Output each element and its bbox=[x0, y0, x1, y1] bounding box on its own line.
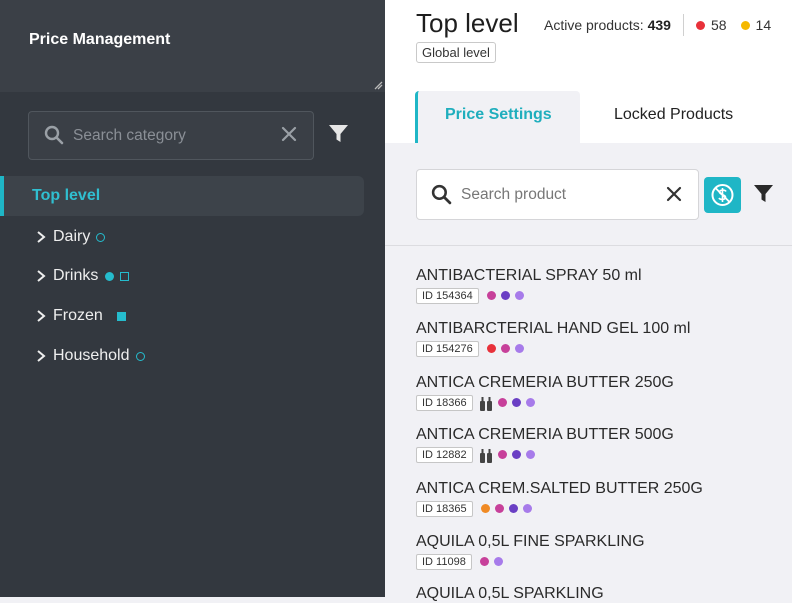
currency-icon bbox=[711, 184, 734, 206]
product-name: AQUILA 0,5L SPARKLING bbox=[416, 585, 604, 602]
product-row[interactable]: AQUILA 0,5L SPARKLING bbox=[416, 585, 604, 603]
magenta-dot-icon bbox=[494, 504, 504, 513]
orange-dot-icon bbox=[480, 504, 490, 513]
tree-item-top-level[interactable]: Top level bbox=[0, 176, 364, 216]
category-search-box bbox=[28, 111, 314, 160]
ring-marker-icon bbox=[135, 351, 145, 361]
product-meta: ID 154276 bbox=[416, 340, 690, 357]
active-products-count: 439 bbox=[647, 17, 671, 33]
product-search-input[interactable] bbox=[461, 185, 651, 205]
product-filter-icon[interactable] bbox=[753, 184, 774, 204]
product-id-badge: ID 154276 bbox=[416, 340, 479, 357]
chevron-right-icon[interactable] bbox=[36, 349, 46, 363]
category-search-input[interactable] bbox=[73, 126, 273, 146]
product-row[interactable]: ANTIBARCTERIAL HAND GEL 100 ml ID 154276 bbox=[416, 320, 690, 357]
product-id-badge: ID 11098 bbox=[416, 553, 472, 570]
tree-item-dairy[interactable]: Dairy bbox=[36, 226, 106, 248]
product-name: ANTIBACTERIAL SPRAY 50 ml bbox=[416, 267, 642, 284]
lavender-dot-icon bbox=[525, 450, 535, 459]
product-id-badge: ID 18365 bbox=[416, 500, 473, 517]
selection-indicator bbox=[0, 176, 4, 216]
magenta-dot-icon bbox=[479, 557, 489, 566]
currency-toggle-button[interactable] bbox=[704, 177, 741, 213]
app-title: Price Management bbox=[29, 31, 171, 48]
yellow-count: 14 bbox=[755, 17, 772, 33]
tree-item-label: Drinks bbox=[53, 267, 99, 284]
filled-square-marker-icon bbox=[116, 311, 126, 321]
magenta-dot-icon bbox=[486, 291, 496, 300]
tab-price-settings[interactable]: Price Settings bbox=[415, 91, 580, 143]
tree-item-household[interactable]: Household bbox=[36, 345, 145, 367]
clear-category-search-icon[interactable] bbox=[280, 125, 298, 143]
stats-divider bbox=[682, 14, 684, 36]
magenta-dot-icon bbox=[497, 450, 507, 459]
lavender-dot-icon bbox=[514, 291, 524, 300]
ring-marker-icon bbox=[96, 232, 106, 242]
sidebar-header: Price Management bbox=[0, 0, 385, 92]
product-meta: ID 11098 bbox=[416, 553, 645, 570]
chevron-right-icon[interactable] bbox=[36, 269, 46, 283]
bottles-icon bbox=[479, 448, 492, 463]
level-badge: Global level bbox=[416, 42, 496, 63]
product-id-badge: ID 154364 bbox=[416, 287, 479, 304]
dot-marker-icon bbox=[105, 271, 115, 281]
clear-product-search-icon[interactable] bbox=[665, 185, 683, 203]
product-id-badge: ID 18366 bbox=[416, 394, 473, 411]
tab-label: Price Settings bbox=[445, 106, 552, 123]
lavender-dot-icon bbox=[514, 344, 524, 353]
tree-item-label: Household bbox=[53, 347, 130, 364]
product-row[interactable]: ANTIBACTERIAL SPRAY 50 ml ID 154364 bbox=[416, 267, 642, 304]
lavender-dot-icon bbox=[493, 557, 503, 566]
purple-dot-icon bbox=[508, 504, 518, 513]
page-title: Top level bbox=[416, 8, 519, 38]
resize-grip-icon[interactable] bbox=[373, 80, 383, 90]
purple-dot-icon bbox=[500, 291, 510, 300]
category-sidebar: Price Management Top level Dairy Drinks … bbox=[0, 0, 385, 597]
tree-item-label: Top level bbox=[32, 187, 101, 204]
lavender-dot-icon bbox=[522, 504, 532, 513]
tree-item-label: Dairy bbox=[53, 228, 91, 245]
product-row[interactable]: AQUILA 0,5L FINE SPARKLING ID 11098 bbox=[416, 533, 645, 570]
product-meta: ID 154364 bbox=[416, 287, 642, 304]
bottles-icon bbox=[479, 396, 492, 411]
red-status-dot-icon bbox=[695, 20, 705, 30]
active-products-label: Active products: bbox=[544, 17, 644, 33]
purple-dot-icon bbox=[511, 398, 521, 407]
product-name: ANTIBARCTERIAL HAND GEL 100 ml bbox=[416, 320, 691, 337]
square-marker-icon bbox=[120, 271, 130, 281]
purple-dot-icon bbox=[511, 450, 521, 459]
yellow-status-dot-icon bbox=[740, 20, 750, 30]
product-meta: ID 18365 bbox=[416, 500, 703, 517]
search-icon bbox=[431, 184, 452, 205]
product-meta: ID 12882 bbox=[416, 446, 674, 463]
product-name: AQUILA 0,5L FINE SPARKLING bbox=[416, 533, 645, 550]
product-name: ANTICA CREMERIA BUTTER 500G bbox=[416, 426, 674, 443]
product-stats: Active products: 439 58 14 bbox=[544, 14, 771, 36]
product-name: ANTICA CREMERIA BUTTER 250G bbox=[416, 374, 674, 391]
magenta-dot-icon bbox=[500, 344, 510, 353]
search-icon bbox=[44, 125, 64, 145]
tab-locked-products[interactable]: Locked Products bbox=[614, 106, 733, 124]
product-search-box bbox=[416, 169, 699, 220]
lavender-dot-icon bbox=[525, 398, 535, 407]
product-row[interactable]: ANTICA CREM.SALTED BUTTER 250G ID 18365 bbox=[416, 480, 703, 517]
product-row[interactable]: ANTICA CREMERIA BUTTER 500G ID 12882 bbox=[416, 426, 674, 463]
tree-item-drinks[interactable]: Drinks bbox=[36, 265, 130, 287]
red-count: 58 bbox=[710, 17, 727, 33]
magenta-dot-icon bbox=[497, 398, 507, 407]
list-divider bbox=[385, 245, 792, 246]
red-dot-icon bbox=[486, 344, 496, 353]
tree-item-label: Frozen bbox=[53, 307, 103, 324]
product-id-badge: ID 12882 bbox=[416, 446, 473, 463]
category-filter-icon[interactable] bbox=[328, 124, 349, 144]
product-row[interactable]: ANTICA CREMERIA BUTTER 250G ID 18366 bbox=[416, 374, 674, 411]
chevron-right-icon[interactable] bbox=[36, 230, 46, 244]
chevron-right-icon[interactable] bbox=[36, 309, 46, 323]
product-meta: ID 18366 bbox=[416, 394, 674, 411]
tree-item-frozen[interactable]: Frozen bbox=[36, 305, 126, 327]
product-name: ANTICA CREM.SALTED BUTTER 250G bbox=[416, 480, 703, 497]
